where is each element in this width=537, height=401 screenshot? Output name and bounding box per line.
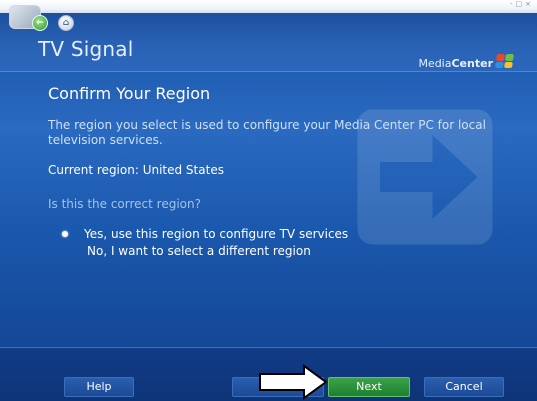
header: ← ⌂ TV Signal MediaCenter <box>0 5 537 72</box>
windows-flag-icon <box>495 54 514 68</box>
radio-unselected-icon[interactable] <box>62 247 71 256</box>
maximize-button[interactable]: □ <box>516 0 523 9</box>
section-heading: Confirm Your Region <box>48 84 211 103</box>
help-button[interactable]: Help <box>64 377 134 397</box>
nav-controls: ← ⌂ <box>32 15 74 31</box>
window-controls: - □ × <box>510 0 531 9</box>
option-no-select-different[interactable]: No, I want to select a different region <box>72 244 311 258</box>
page-title: TV Signal <box>38 37 134 61</box>
close-button[interactable]: × <box>525 0 531 9</box>
back-arrow-icon[interactable]: ← <box>32 15 48 31</box>
current-region: Current region: United States <box>48 163 224 177</box>
option-yes-use-region[interactable]: Yes, use this region to configure TV ser… <box>62 227 348 241</box>
home-icon[interactable]: ⌂ <box>58 15 74 31</box>
next-button[interactable]: Next <box>328 377 410 397</box>
title-bar: - □ × <box>0 0 537 13</box>
cancel-button[interactable]: Cancel <box>424 377 504 397</box>
minimize-button[interactable]: - <box>510 0 513 9</box>
pointer-arrow-icon <box>259 364 328 400</box>
region-question: Is this the correct region? <box>48 197 201 211</box>
main-content: Confirm Your Region The region you selec… <box>0 72 537 352</box>
region-description: The region you select is used to configu… <box>48 118 486 147</box>
media-center-window: - □ × ← ⌂ TV Signal MediaCenter Confirm … <box>0 0 537 401</box>
radio-selected-icon[interactable] <box>62 231 68 237</box>
media-center-brand: MediaCenter <box>418 57 493 70</box>
